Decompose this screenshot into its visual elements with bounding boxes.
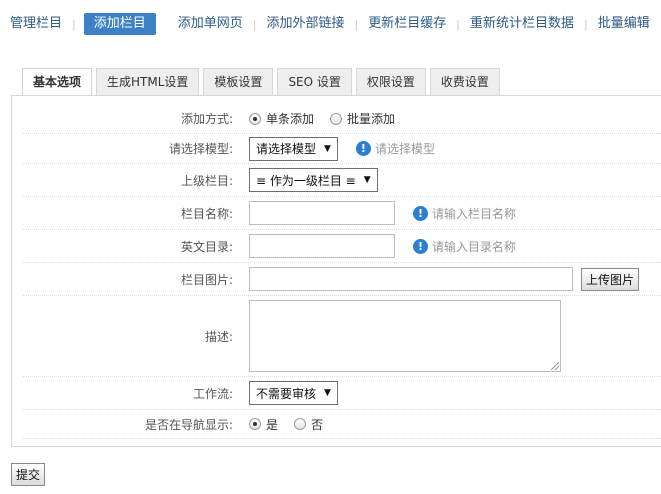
info-icon: ! (413, 238, 428, 254)
triangle-down-icon: ▼ (363, 175, 371, 185)
radio-single-add[interactable]: 单条添加 (249, 110, 314, 127)
row-workflow: 工作流: 不需要审核 ▼ (23, 377, 661, 410)
radio-label: 批量添加 (347, 112, 396, 126)
tab-permission[interactable]: 权限设置 (355, 68, 426, 95)
nav-add-column[interactable]: 添加栏目 (83, 13, 156, 35)
row-add-method: 添加方式: 单条添加 批量添加 (23, 104, 661, 134)
top-nav: 管理栏目 | 添加栏目 添加单网页 | 添加外部链接 | 更新栏目缓存 | 重新… (0, 12, 660, 36)
nav-add-single-page[interactable]: 添加单网页 (168, 13, 253, 35)
nav-show-label: 是否在导航显示: (144, 417, 233, 432)
nav-recount-data[interactable]: 重新统计栏目数据 (460, 13, 584, 35)
radio-dot (294, 418, 307, 430)
radio-dot-checked (249, 418, 261, 430)
parent-label: 上级栏目: (180, 173, 233, 188)
desc-label: 描述: (204, 329, 233, 344)
dir-label: 英文目录: (180, 239, 233, 254)
resize-grip-icon[interactable] (551, 362, 559, 370)
hint-text: 请输入目录名称 (432, 239, 517, 254)
upload-image-button[interactable]: 上传图片 (581, 267, 640, 291)
radio-dot (330, 112, 343, 125)
select-value: 请选择模型 (256, 142, 317, 156)
row-dir: 英文目录: ! 请输入目录名称 (23, 230, 661, 263)
row-image: 栏目图片: 上传图片 (23, 263, 661, 296)
row-name: 栏目名称: ! 请输入栏目名称 (23, 197, 661, 230)
workflow-label: 工作流: (192, 386, 233, 401)
dir-hint: ! 请输入目录名称 (413, 238, 516, 255)
nav-update-cache[interactable]: 更新栏目缓存 (358, 13, 456, 35)
row-nav-show: 是否在导航显示: 是 否 (23, 410, 661, 439)
tab-charge[interactable]: 收费设置 (429, 68, 500, 95)
form-panel: 添加方式: 单条添加 批量添加 请选择模型: 请选择模型 ▼ ! 请选择模型 上… (11, 95, 661, 447)
radio-dot-checked (249, 112, 261, 125)
info-icon: ! (355, 141, 371, 156)
model-label: 请选择模型: (168, 142, 233, 156)
radio-label: 是 (266, 417, 279, 432)
tab-basic[interactable]: 基本选项 (22, 68, 93, 96)
settings-tabs: 基本选项 生成HTML设置 模板设置 SEO 设置 权限设置 收费设置 (22, 68, 504, 96)
parent-select[interactable]: ≡ 作为一级栏目 ≡ ▼ (249, 168, 378, 192)
radio-nav-no[interactable]: 否 (294, 416, 323, 433)
select-value: ≡ 作为一级栏目 ≡ (256, 173, 356, 188)
tab-seo[interactable]: SEO 设置 (277, 68, 352, 95)
row-desc: 描述: (23, 296, 661, 377)
row-model: 请选择模型: 请选择模型 ▼ ! 请选择模型 (23, 134, 661, 164)
dir-input[interactable] (249, 234, 395, 258)
name-input[interactable] (249, 201, 395, 225)
model-select[interactable]: 请选择模型 ▼ (249, 136, 338, 161)
nav-add-external-link[interactable]: 添加外部链接 (256, 13, 354, 35)
triangle-down-icon: ▼ (324, 143, 331, 154)
hint-text: 请输入栏目名称 (432, 206, 517, 221)
model-hint: ! 请选择模型 (355, 140, 435, 157)
image-input[interactable] (249, 267, 573, 291)
submit-button[interactable]: 提交 (11, 463, 46, 486)
name-hint: ! 请输入栏目名称 (413, 205, 516, 222)
name-label: 栏目名称: (180, 206, 233, 221)
workflow-select[interactable]: 不需要审核 ▼ (249, 381, 338, 405)
info-icon: ! (413, 205, 428, 221)
tab-template[interactable]: 模板设置 (203, 68, 274, 95)
nav-batch-edit[interactable]: 批量编辑 (588, 13, 660, 35)
desc-textarea[interactable] (249, 300, 561, 372)
radio-nav-yes[interactable]: 是 (249, 416, 278, 433)
nav-separator: | (72, 17, 76, 31)
radio-label: 单条添加 (266, 112, 315, 126)
triangle-down-icon: ▼ (324, 388, 331, 398)
radio-label: 否 (311, 417, 324, 432)
select-value: 不需要审核 (256, 386, 317, 401)
hint-text: 请选择模型 (374, 142, 435, 156)
row-parent: 上级栏目: ≡ 作为一级栏目 ≡ ▼ (23, 164, 661, 197)
tab-html[interactable]: 生成HTML设置 (96, 68, 200, 95)
radio-batch-add[interactable]: 批量添加 (330, 110, 395, 127)
nav-manage-columns[interactable]: 管理栏目 (0, 13, 72, 35)
image-label: 栏目图片: (180, 272, 233, 287)
add-method-label: 添加方式: (180, 112, 233, 126)
